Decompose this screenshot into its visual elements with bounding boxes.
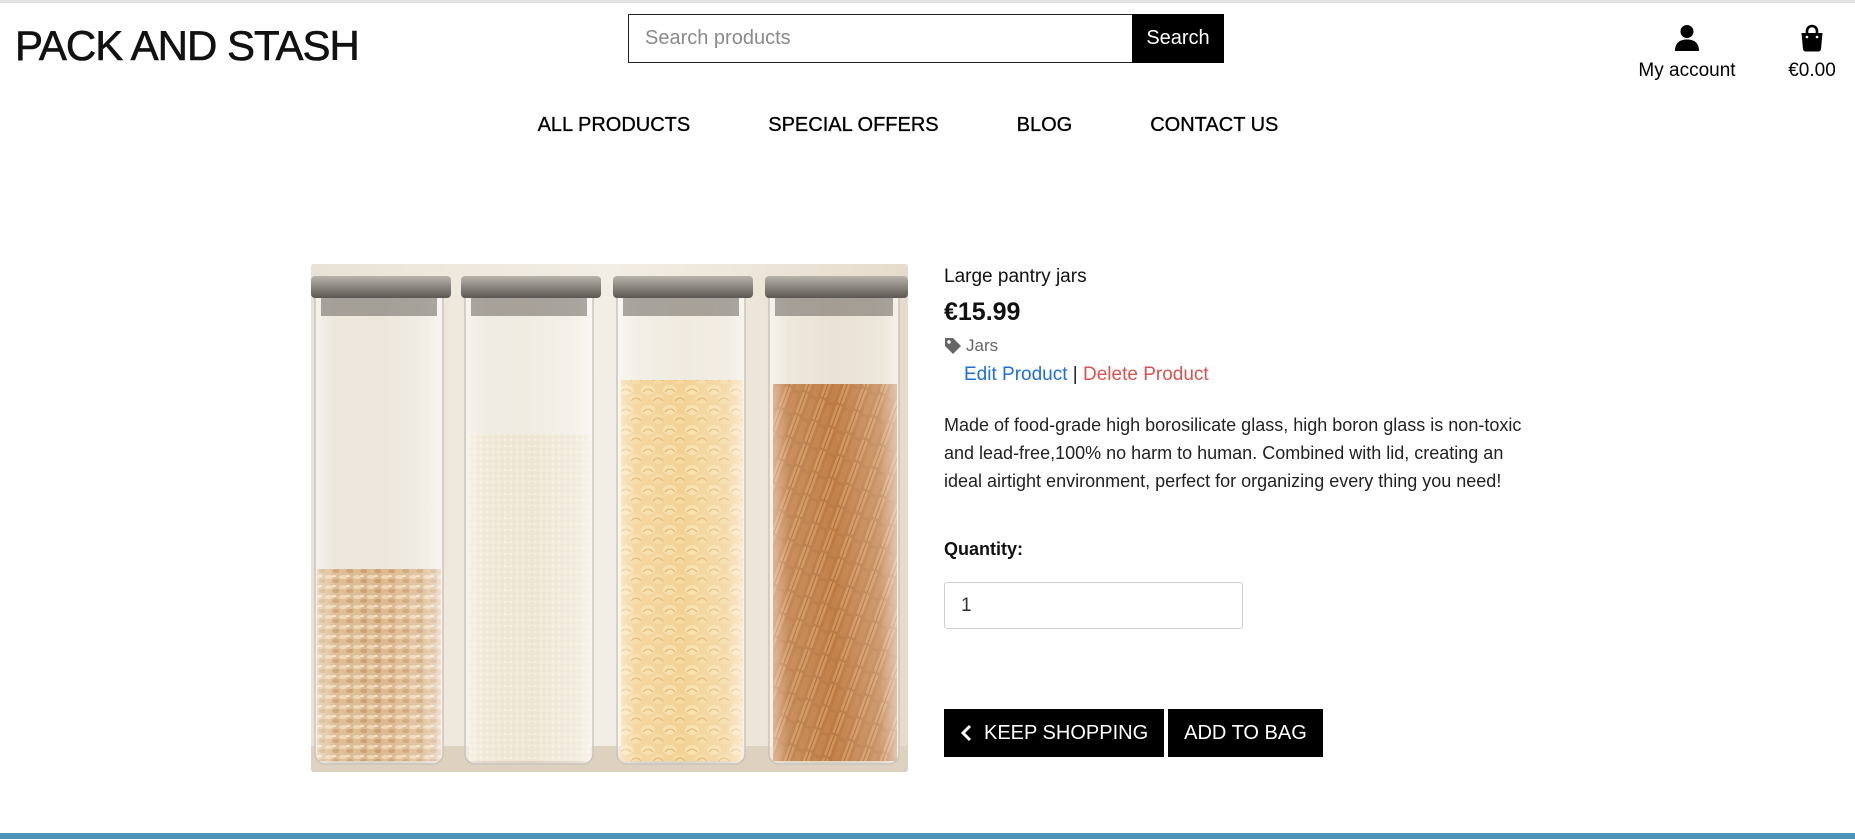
nav-special-offers[interactable]: SPECIAL OFFERS bbox=[768, 114, 939, 137]
keep-shopping-label: KEEP SHOPPING bbox=[984, 721, 1149, 744]
top-divider bbox=[0, 0, 1855, 3]
tag-icon bbox=[945, 338, 961, 354]
search-form: Search bbox=[628, 14, 1224, 63]
product-details: Large pantry jars €15.99 Jars Edit Produ… bbox=[944, 266, 1564, 629]
edit-product-link[interactable]: Edit Product bbox=[964, 364, 1068, 385]
product-category-label: Jars bbox=[966, 336, 999, 355]
product-description: Made of food-grade high borosilicate gla… bbox=[944, 415, 1522, 491]
site-logo[interactable]: PACK AND STASH bbox=[15, 22, 360, 70]
my-account-link[interactable]: My account bbox=[1632, 24, 1742, 82]
delete-product-link[interactable]: Delete Product bbox=[1083, 364, 1209, 385]
product-category[interactable]: Jars bbox=[944, 336, 1564, 356]
search-button[interactable]: Search bbox=[1132, 14, 1224, 63]
product-name: Large pantry jars bbox=[944, 266, 1087, 287]
admin-links-separator: | bbox=[1072, 364, 1078, 385]
bag-total: €0.00 bbox=[1788, 60, 1836, 81]
keep-shopping-button[interactable]: KEEP SHOPPING bbox=[944, 709, 1165, 757]
chevron-left-icon bbox=[960, 724, 972, 742]
quantity-input[interactable] bbox=[944, 582, 1243, 629]
my-account-label: My account bbox=[1638, 60, 1736, 81]
product-image bbox=[311, 264, 908, 772]
product-price: €15.99 bbox=[944, 298, 1021, 326]
pantry-jars-illustration bbox=[311, 264, 908, 772]
quantity-label: Quantity: bbox=[944, 539, 1023, 559]
add-to-bag-label: ADD TO BAG bbox=[1184, 721, 1307, 744]
search-input[interactable] bbox=[628, 14, 1132, 63]
user-icon bbox=[1675, 25, 1699, 51]
admin-links: Edit Product | Delete Product bbox=[964, 364, 1564, 386]
shopping-bag-link[interactable]: €0.00 bbox=[1782, 24, 1842, 82]
add-to-bag-button[interactable]: ADD TO BAG bbox=[1168, 709, 1323, 757]
footer-divider bbox=[0, 833, 1855, 839]
product-actions: KEEP SHOPPING ADD TO BAG bbox=[944, 709, 1323, 757]
nav-all-products[interactable]: ALL PRODUCTS bbox=[537, 114, 690, 137]
shopping-bag-icon bbox=[1801, 24, 1823, 52]
nav-blog[interactable]: BLOG bbox=[1017, 114, 1073, 137]
nav-contact-us[interactable]: CONTACT US bbox=[1150, 114, 1278, 137]
main-navigation: ALL PRODUCTS SPECIAL OFFERS BLOG CONTACT… bbox=[0, 114, 1855, 137]
